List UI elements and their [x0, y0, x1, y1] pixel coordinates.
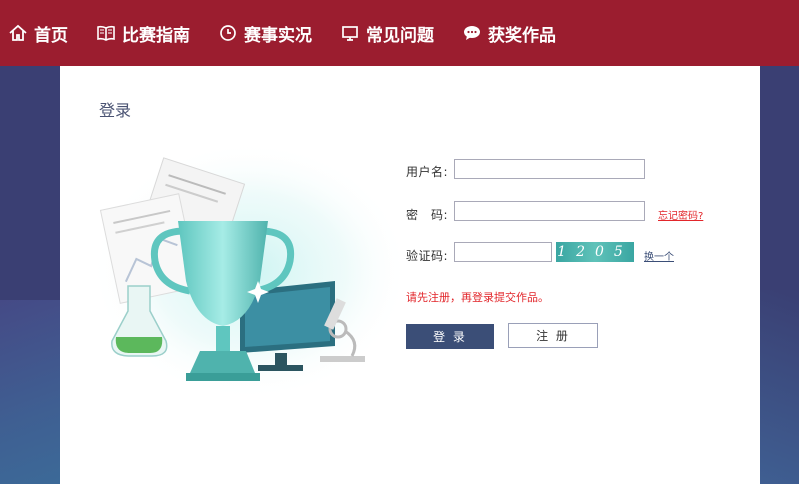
password-label: 密 码:: [406, 208, 449, 222]
register-button[interactable]: 注 册: [508, 323, 598, 348]
nav-item-awards[interactable]: 获奖作品: [462, 0, 556, 66]
page-title: 登录: [99, 101, 132, 120]
nav-item-label: 比赛指南: [122, 25, 190, 46]
background-shape-right: [754, 290, 799, 484]
book-icon: [96, 23, 116, 43]
nav-item-label: 首页: [34, 25, 68, 46]
refresh-captcha-link[interactable]: 换一个: [644, 248, 674, 263]
nav-item-label: 获奖作品: [488, 25, 556, 46]
captcha-input[interactable]: [454, 242, 552, 262]
login-button[interactable]: 登 录: [406, 324, 494, 349]
trophy-illustration: [90, 141, 410, 401]
password-input[interactable]: [454, 201, 645, 221]
captcha-image[interactable]: 1205: [556, 242, 634, 262]
chat-icon: [462, 23, 482, 43]
nav-item-home[interactable]: 首页: [8, 0, 68, 66]
nav-item-live[interactable]: 赛事实况: [218, 0, 312, 66]
register-notice: 请先注册，再登录提交作品。: [406, 291, 549, 304]
nav-item-label: 常见问题: [366, 25, 434, 46]
nav-item-label: 赛事实况: [244, 25, 312, 46]
username-label: 用户名:: [406, 165, 449, 179]
nav-item-faq[interactable]: 常见问题: [340, 0, 434, 66]
forgot-password-link[interactable]: 忘记密码?: [658, 207, 703, 222]
login-panel: 登录 用户名: 密 码: 忘记密码? 验证码: 1205 换一个 请先注册，再登…: [60, 66, 760, 484]
captcha-label: 验证码:: [406, 249, 449, 263]
home-icon: [8, 23, 28, 43]
monitor-icon: [340, 23, 360, 43]
username-input[interactable]: [454, 159, 645, 179]
nav-item-guide[interactable]: 比赛指南: [96, 0, 190, 66]
clock-icon: [218, 23, 238, 43]
top-navbar: 首页 比赛指南 赛事实况 常见问题 获奖作品: [0, 0, 799, 66]
